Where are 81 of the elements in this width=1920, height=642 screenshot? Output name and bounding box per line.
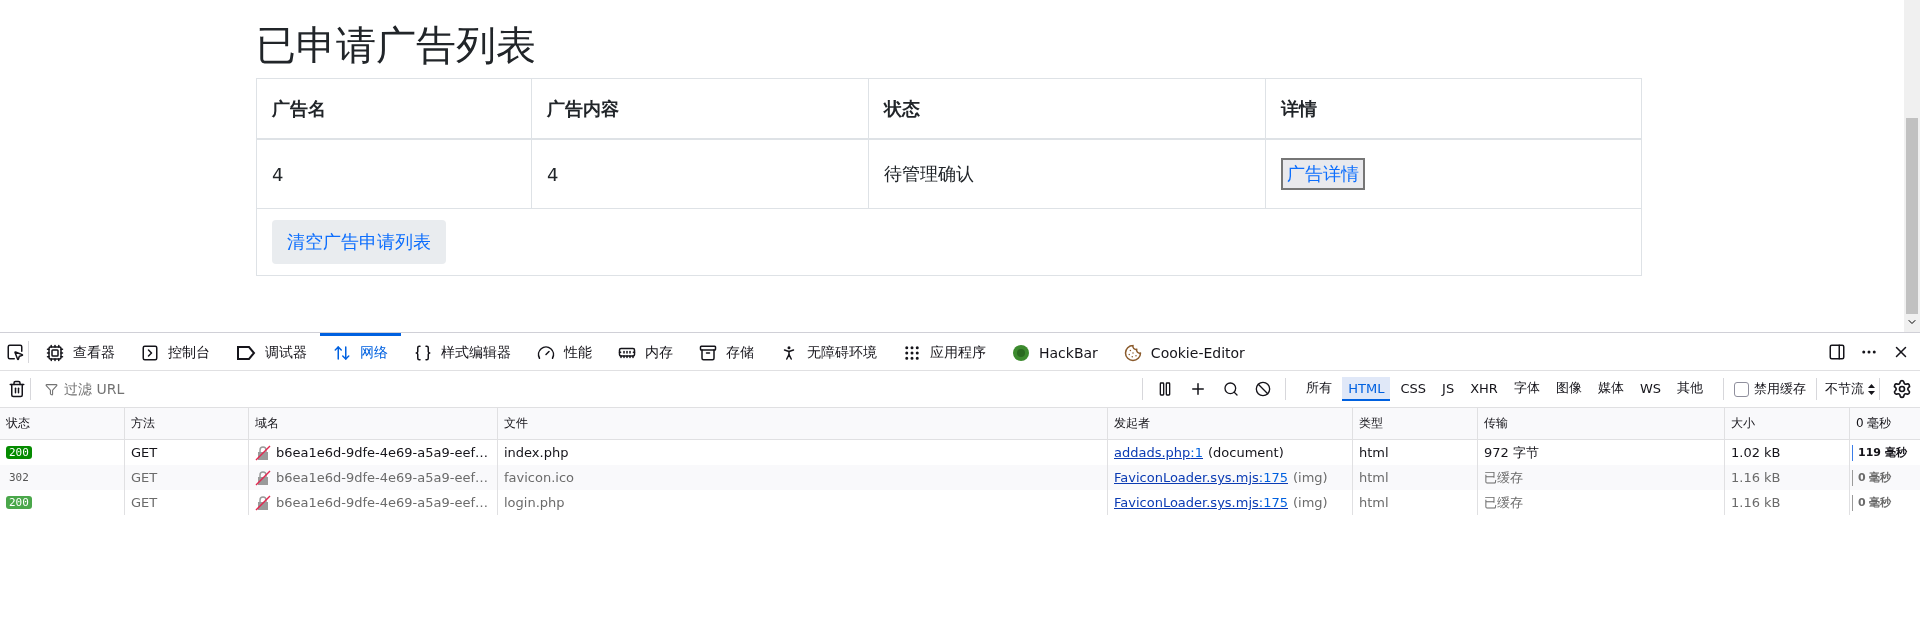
- devtools-tab[interactable]: 应用程序: [890, 333, 999, 370]
- devtools-tab[interactable]: 存储: [686, 333, 767, 370]
- settings-icon[interactable]: [1892, 379, 1912, 399]
- devtools-tab[interactable]: 网络: [320, 333, 401, 370]
- table-cell: 0 毫秒: [1858, 470, 1892, 485]
- arrows-icon: [333, 344, 351, 362]
- checkbox[interactable]: [1734, 381, 1749, 397]
- grid-icon: [903, 344, 921, 362]
- braces-icon: [414, 344, 432, 362]
- gauge-icon: [537, 344, 555, 362]
- column-header[interactable]: 状态: [0, 408, 124, 440]
- type-filter-button[interactable]: HTML: [1342, 377, 1391, 401]
- type-filter-button[interactable]: 媒体: [1591, 377, 1630, 401]
- insecure-lock-icon: [255, 444, 271, 461]
- type-filter-button[interactable]: XHR: [1464, 377, 1504, 401]
- table-cell-text: 4: [271, 162, 285, 187]
- cookie-icon: [1123, 344, 1142, 362]
- status-badge: 200: [6, 446, 32, 459]
- column-header[interactable]: 大小: [1724, 408, 1849, 440]
- devtools-tab[interactable]: HackBar: [999, 333, 1111, 370]
- table-cell: 119 毫秒: [1858, 445, 1907, 460]
- initiator-link[interactable]: FaviconLoader.sys.mjs:175: [1114, 470, 1288, 485]
- devtools-tab[interactable]: 内存: [605, 333, 686, 370]
- table-cell: 4: [531, 140, 868, 208]
- tag-icon: [236, 345, 256, 361]
- devtools-tab[interactable]: Cookie-Editor: [1110, 333, 1258, 370]
- devtools-tab[interactable]: 无障碍环境: [767, 333, 890, 370]
- column-header: 广告内容: [531, 79, 868, 138]
- column-header[interactable]: 发起者: [1107, 408, 1352, 440]
- column-header: 广告名: [271, 96, 327, 121]
- initiator-link[interactable]: FaviconLoader.sys.mjs:175: [1114, 495, 1288, 510]
- status-code: 302: [8, 471, 30, 484]
- initiator-note: (img): [1293, 470, 1328, 485]
- column-header[interactable]: 文件: [497, 408, 1107, 440]
- table-cell: b6ea1e6d-9dfe-4e69-a5a9-eef…: [276, 470, 488, 485]
- clear-list-button[interactable]: 清空广告申请列表: [272, 220, 446, 264]
- table-cell: 0 毫秒: [1858, 495, 1892, 510]
- table-cell: b6ea1e6d-9dfe-4e69-a5a9-eef…: [276, 495, 488, 510]
- table-cell: 待管理确认: [868, 140, 1265, 208]
- type-filter-button[interactable]: 其他: [1671, 377, 1709, 401]
- details-button[interactable]: 广告详情: [1281, 158, 1365, 190]
- type-filter-button[interactable]: 图像: [1549, 377, 1588, 401]
- filter-icon: [45, 382, 58, 396]
- inspector-icon: [46, 344, 64, 362]
- column-header: 状态: [868, 79, 1265, 138]
- devtools-tab[interactable]: 性能: [524, 333, 605, 370]
- column-header[interactable]: 方法: [124, 408, 248, 440]
- type-filter-button[interactable]: JS: [1436, 377, 1461, 401]
- trash-icon[interactable]: [8, 380, 26, 398]
- updown-caret-icon: [1868, 383, 1875, 395]
- devtools-tab[interactable]: 控制台: [128, 333, 223, 370]
- initiator-link[interactable]: addads.php:1: [1114, 445, 1203, 460]
- devtools-tab[interactable]: 样式编辑器: [401, 333, 524, 370]
- insecure-lock-icon: [255, 469, 271, 486]
- initiator-note: (document): [1208, 445, 1284, 460]
- type-filter-button[interactable]: CSS: [1394, 377, 1433, 401]
- column-header: 详情: [1265, 79, 1641, 138]
- checkbox-label: 禁用缓存: [1754, 380, 1806, 398]
- devtools-tab[interactable]: 查看器: [33, 333, 128, 370]
- storage-icon: [699, 344, 717, 362]
- devtools-tab[interactable]: 调试器: [223, 333, 320, 370]
- ball-icon: [1012, 344, 1030, 362]
- element-picker-icon[interactable]: [6, 342, 24, 361]
- type-filter-button[interactable]: 所有: [1300, 377, 1339, 401]
- column-header[interactable]: 0 毫秒: [1849, 408, 1920, 440]
- type-filter-button[interactable]: 字体: [1507, 377, 1546, 401]
- insecure-lock-icon: [255, 494, 271, 511]
- search-icon[interactable]: [1223, 381, 1240, 397]
- type-filter-button[interactable]: WS: [1633, 377, 1667, 401]
- block-icon[interactable]: [1255, 381, 1272, 397]
- initiator-note: (img): [1293, 495, 1328, 510]
- console-icon: [141, 344, 159, 362]
- column-header[interactable]: 类型: [1352, 408, 1477, 440]
- page-title: 已申请广告列表: [256, 21, 537, 70]
- table-cell: b6ea1e6d-9dfe-4e69-a5a9-eef…: [276, 445, 488, 460]
- throttle-select[interactable]: 不节流: [1821, 380, 1868, 398]
- scrollbar[interactable]: [1904, 0, 1920, 332]
- status-badge: 200: [6, 496, 32, 509]
- dock-icon[interactable]: [1828, 342, 1846, 361]
- column-header[interactable]: 域名: [248, 408, 497, 440]
- column-header[interactable]: 传输: [1477, 408, 1724, 440]
